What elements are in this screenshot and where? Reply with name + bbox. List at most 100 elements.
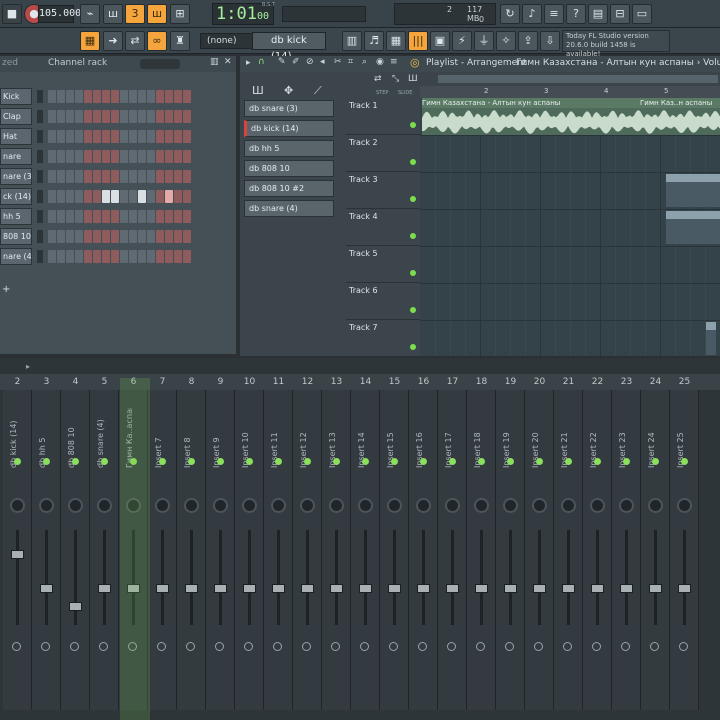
route-icon[interactable] [534,642,543,651]
pattern-item[interactable]: db 808 10 [244,160,334,177]
step-button[interactable] [183,150,191,163]
step-button[interactable] [84,230,92,243]
step-button[interactable] [165,250,173,263]
mixer-mute-led[interactable] [652,458,659,465]
step-button[interactable] [48,250,56,263]
mixer-strip[interactable]: Insert 9 [206,390,235,710]
step-button[interactable] [75,130,83,143]
channel-select-led[interactable] [37,170,43,183]
channel-button[interactable]: nare [0,148,32,165]
step-button[interactable] [48,230,56,243]
loop-record-icon[interactable]: ⊞ [170,4,190,24]
mixer-strip[interactable]: Insert 18 [467,390,496,710]
step-button[interactable] [183,170,191,183]
step-button[interactable] [75,170,83,183]
route-icon[interactable] [244,642,253,651]
mixer-strip[interactable]: Insert 25 [670,390,699,710]
pan-knob[interactable] [532,498,547,513]
route-icon[interactable] [70,642,79,651]
step-button[interactable] [111,190,119,203]
step-button[interactable] [66,250,74,263]
step-button[interactable] [147,170,155,183]
step-button[interactable] [147,190,155,203]
route-icon[interactable] [650,642,659,651]
step-button[interactable] [165,170,173,183]
track-header[interactable]: Track 5 [346,246,420,283]
channel-select-led[interactable] [37,230,43,243]
step-button[interactable] [75,250,83,263]
step-button[interactable] [66,110,74,123]
browser-icon[interactable]: ▣ [430,31,450,51]
mixer-strip[interactable]: db 808 10 [61,390,90,710]
piano-icon[interactable]: Ш [252,84,264,97]
snap-select[interactable]: (none) [200,33,258,49]
overview-scrollbar[interactable] [438,75,718,83]
track-mute-led[interactable] [410,233,416,239]
step-button[interactable] [57,130,65,143]
step-button[interactable] [57,110,65,123]
step-button[interactable] [48,190,56,203]
step-button[interactable] [57,190,65,203]
step-button[interactable] [93,230,101,243]
link-icon[interactable]: ∞ [147,31,167,51]
step-button[interactable] [111,150,119,163]
step-button[interactable] [156,130,164,143]
route-icon[interactable] [273,642,282,651]
mixer-strip[interactable]: Insert 14 [351,390,380,710]
step-button[interactable] [75,110,83,123]
channel-select-led[interactable] [37,110,43,123]
volume-fader[interactable] [40,584,53,593]
mixer-mute-led[interactable] [14,458,21,465]
step-button[interactable] [147,230,155,243]
slice-icon[interactable]: ✂ [334,57,342,67]
pan-knob[interactable] [561,498,576,513]
mixer-mute-led[interactable] [275,458,282,465]
step-button[interactable] [129,170,137,183]
save-icon[interactable]: ▤ [588,4,608,24]
step-button[interactable] [156,170,164,183]
download-icon[interactable]: ⇩ [540,31,560,51]
scroll-icon[interactable]: ⤡ [392,74,399,84]
channel-button[interactable]: Clap [0,108,32,125]
step-button[interactable] [111,110,119,123]
step-button[interactable] [93,250,101,263]
mixer-strip[interactable]: Insert 7 [148,390,177,710]
route-icon[interactable] [621,642,630,651]
mixer-mute-led[interactable] [72,458,79,465]
step-button[interactable] [48,130,56,143]
step-button[interactable] [138,110,146,123]
step-button[interactable] [102,170,110,183]
step-button[interactable] [120,230,128,243]
step-button[interactable] [156,250,164,263]
mixer-mute-led[interactable] [43,458,50,465]
step-button[interactable] [138,190,146,203]
countdown-icon[interactable]: 3 [125,4,145,24]
volume-fader[interactable] [156,584,169,593]
step-button[interactable] [174,190,182,203]
channel-select-led[interactable] [37,150,43,163]
volume-fader[interactable] [330,584,343,593]
pattern-clip[interactable] [666,174,720,207]
track-mute-led[interactable] [410,196,416,202]
step-button[interactable] [174,210,182,223]
volume-fader[interactable] [388,584,401,593]
volume-fader[interactable] [185,584,198,593]
step-button[interactable] [66,150,74,163]
mixer-mute-led[interactable] [478,458,485,465]
pattern-item[interactable]: db snare (4) [244,200,334,217]
step-button[interactable] [174,90,182,103]
step-button[interactable] [129,190,137,203]
step-button[interactable] [174,250,182,263]
channel-select-led[interactable] [37,90,43,103]
menu-icon[interactable]: ≡ [390,57,398,67]
channel-button[interactable]: Kick [0,88,32,105]
mixer-mute-led[interactable] [188,458,195,465]
playlist-icon[interactable]: ▥ [342,31,362,51]
step-button[interactable] [48,170,56,183]
route-icon[interactable] [99,642,108,651]
step-button[interactable] [183,210,191,223]
track-mute-led[interactable] [410,122,416,128]
mixer-strip[interactable]: Insert 24 [641,390,670,710]
grid-icon[interactable]: Ш [408,74,418,84]
track-mute-led[interactable] [410,307,416,313]
